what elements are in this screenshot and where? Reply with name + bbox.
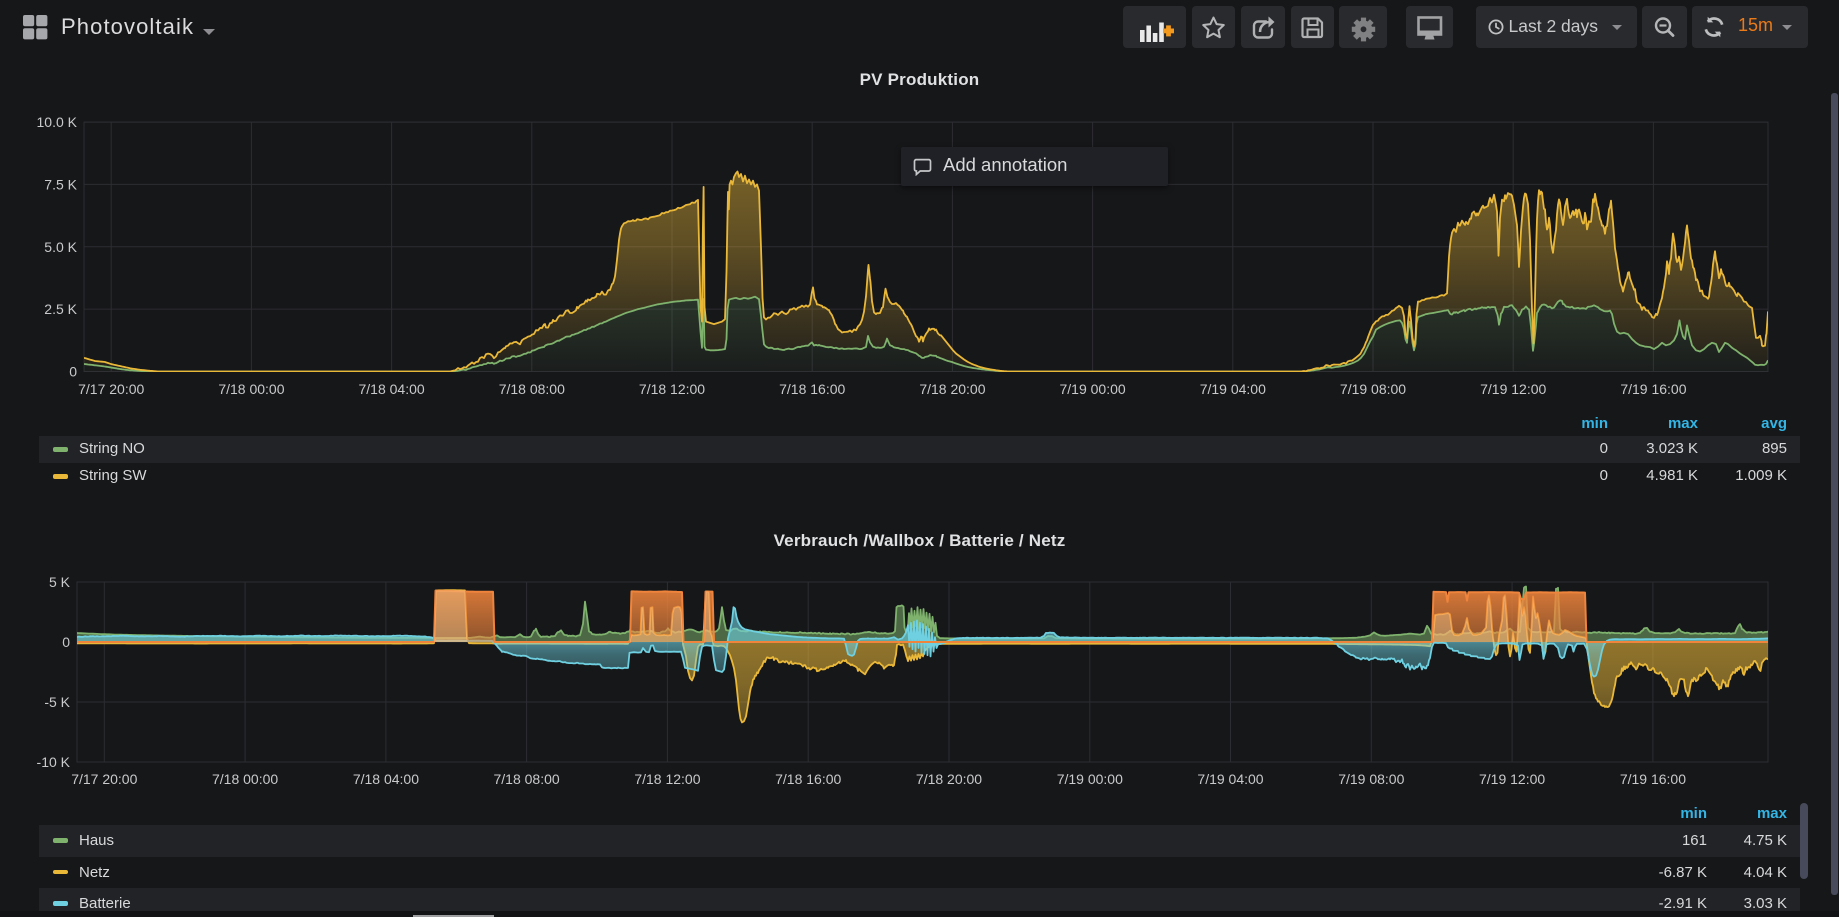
- svg-text:5 K: 5 K: [49, 574, 71, 590]
- svg-text:7/19 00:00: 7/19 00:00: [1057, 771, 1123, 787]
- svg-text:0: 0: [69, 364, 77, 380]
- svg-text:7/18 20:00: 7/18 20:00: [919, 381, 985, 397]
- svg-text:7/18 04:00: 7/18 04:00: [359, 381, 425, 397]
- svg-text:7/18 08:00: 7/18 08:00: [499, 381, 565, 397]
- svg-text:7/19 12:00: 7/19 12:00: [1479, 771, 1545, 787]
- svg-text:7/18 16:00: 7/18 16:00: [779, 381, 845, 397]
- svg-text:7/18 08:00: 7/18 08:00: [494, 771, 560, 787]
- svg-text:7/19 04:00: 7/19 04:00: [1200, 381, 1266, 397]
- svg-text:7/17 20:00: 7/17 20:00: [78, 381, 144, 397]
- svg-text:2.5 K: 2.5 K: [44, 301, 77, 317]
- svg-text:5.0 K: 5.0 K: [44, 239, 77, 255]
- svg-text:7/17 20:00: 7/17 20:00: [71, 771, 137, 787]
- svg-text:-10 K: -10 K: [37, 754, 71, 770]
- svg-text:0: 0: [62, 634, 70, 650]
- svg-text:7/19 04:00: 7/19 04:00: [1197, 771, 1263, 787]
- svg-text:7/18 12:00: 7/18 12:00: [634, 771, 700, 787]
- svg-text:7/19 12:00: 7/19 12:00: [1480, 381, 1546, 397]
- svg-text:7/18 20:00: 7/18 20:00: [916, 771, 982, 787]
- svg-text:7/19 16:00: 7/19 16:00: [1620, 771, 1686, 787]
- svg-text:10.0 K: 10.0 K: [37, 114, 78, 130]
- svg-text:7/19 08:00: 7/19 08:00: [1338, 771, 1404, 787]
- svg-text:7/18 12:00: 7/18 12:00: [639, 381, 705, 397]
- svg-text:7/18 04:00: 7/18 04:00: [353, 771, 419, 787]
- svg-text:7/18 16:00: 7/18 16:00: [775, 771, 841, 787]
- svg-text:7/18 00:00: 7/18 00:00: [212, 771, 278, 787]
- svg-text:-5 K: -5 K: [44, 694, 70, 710]
- svg-text:7/19 00:00: 7/19 00:00: [1060, 381, 1126, 397]
- svg-text:7/18 00:00: 7/18 00:00: [218, 381, 284, 397]
- svg-text:7/19 08:00: 7/19 08:00: [1340, 381, 1406, 397]
- svg-text:7.5 K: 7.5 K: [44, 176, 77, 192]
- svg-text:7/19 16:00: 7/19 16:00: [1620, 381, 1686, 397]
